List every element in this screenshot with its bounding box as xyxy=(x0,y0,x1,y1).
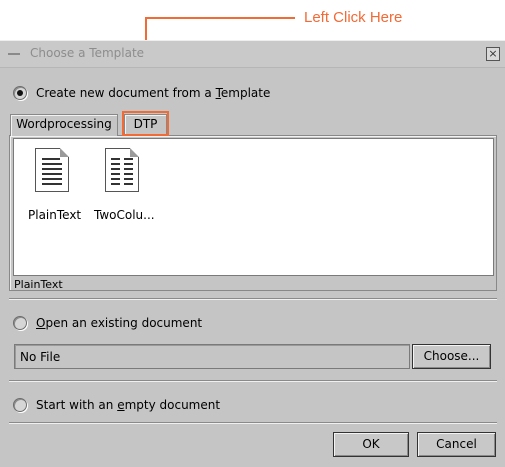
selected-template-status: PlainText xyxy=(14,278,63,291)
file-path-field[interactable]: No File xyxy=(14,344,410,369)
open-existing-label[interactable]: Open an existing document xyxy=(36,316,202,330)
template-item-plaintext[interactable]: PlainText xyxy=(22,148,84,228)
separator xyxy=(9,380,497,382)
open-existing-radio[interactable] xyxy=(13,316,27,330)
annotation-line-horizontal xyxy=(145,17,295,19)
cancel-button[interactable]: Cancel xyxy=(417,432,496,457)
document-icon xyxy=(35,148,69,192)
empty-document-radio[interactable] xyxy=(13,398,27,412)
choose-button[interactable]: Choose... xyxy=(412,344,491,369)
template-label-suffix: emplate xyxy=(220,86,271,100)
separator xyxy=(9,298,497,300)
template-item-twocolumn[interactable]: TwoColu... xyxy=(94,148,164,228)
annotation-text: Left Click Here xyxy=(304,9,403,26)
template-label-prefix: Create new document from a xyxy=(36,86,216,100)
window-title: Choose a Template xyxy=(30,46,145,60)
empty-label-prefix: Start with an xyxy=(36,398,118,412)
separator xyxy=(9,422,497,424)
tab-wordprocessing[interactable]: Wordprocessing xyxy=(10,114,118,136)
empty-label-mnemonic: e xyxy=(117,398,125,412)
open-label-suffix: pen an existing document xyxy=(45,316,203,330)
template-item-label: TwoColu... xyxy=(94,208,155,222)
template-item-label: PlainText xyxy=(28,208,82,222)
annotation-highlight-box xyxy=(122,111,169,136)
template-radio[interactable] xyxy=(13,86,27,100)
title-bar: Choose a Template × xyxy=(0,41,505,68)
empty-document-label[interactable]: Start with an empty document xyxy=(36,398,220,412)
template-list[interactable]: PlainText TwoColu... xyxy=(13,138,494,276)
empty-label-suffix: mpty document xyxy=(124,398,221,412)
window-menu-icon[interactable] xyxy=(8,53,20,55)
tab-wordprocessing-label: Wordprocessing xyxy=(16,117,112,131)
close-icon[interactable]: × xyxy=(486,47,500,61)
template-radio-label[interactable]: Create new document from a Template xyxy=(36,86,270,100)
file-path-value: No File xyxy=(20,350,61,364)
ok-button[interactable]: OK xyxy=(333,432,409,457)
two-column-document-icon xyxy=(105,148,139,192)
